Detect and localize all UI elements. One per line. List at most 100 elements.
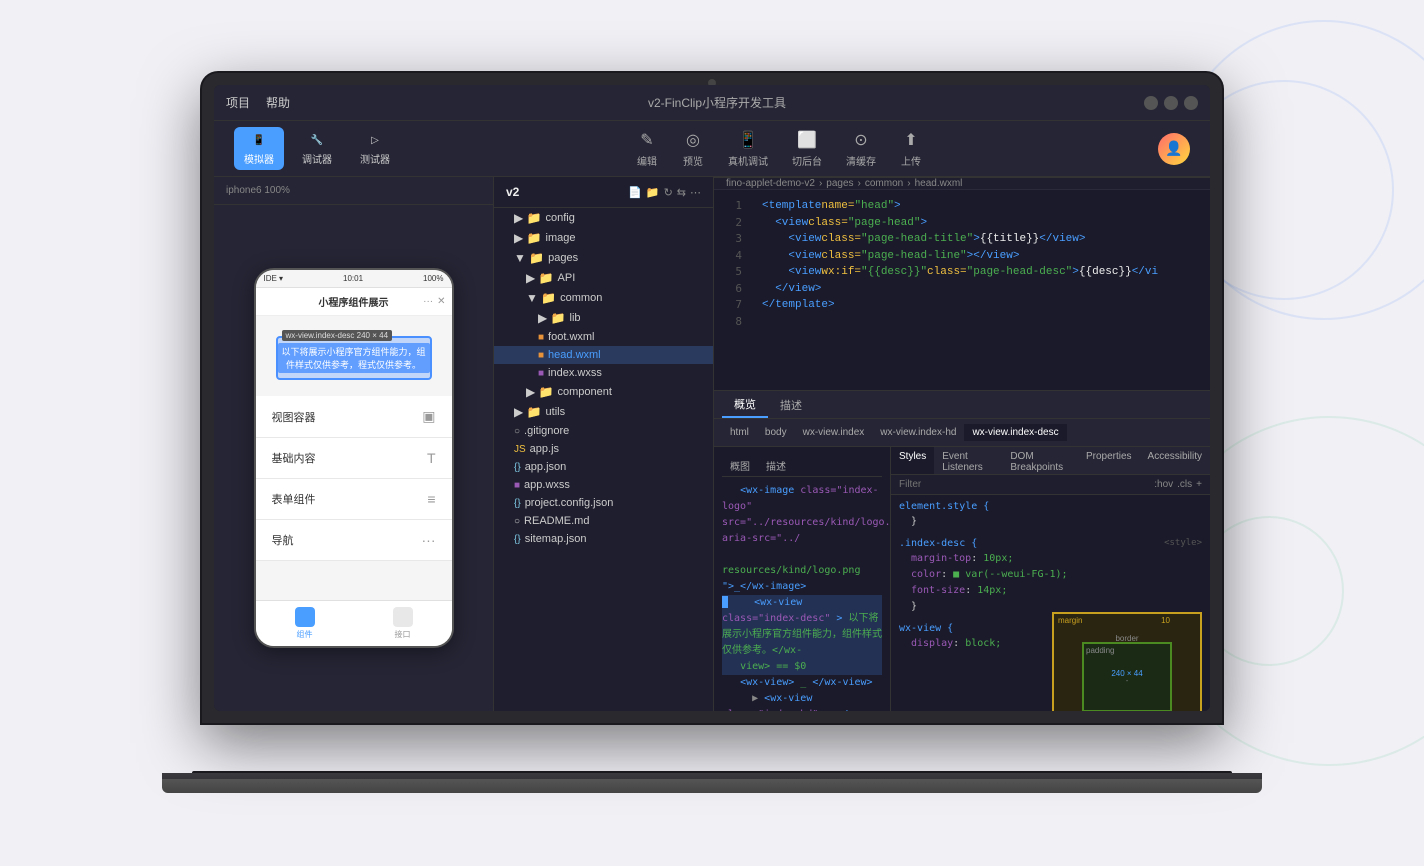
tree-item-gitignore[interactable]: ○ .gitignore [494,422,713,440]
phone-tab-component[interactable]: 组件 [295,607,315,640]
dom-line-4: view> == $0 [722,659,882,675]
toolbar-tab-debug[interactable]: 🔧 调试器 [292,127,342,170]
dom-el-body[interactable]: body [757,424,795,441]
new-file-icon[interactable]: 📄 [628,186,642,199]
folder-icon-open: ▼ 📁 [526,291,556,305]
preview-label: 预览 [683,153,703,168]
ide-container: 项目 帮助 v2-FinClip小程序开发工具 📱 [214,85,1210,711]
code-indent [762,215,775,232]
dom-text: view> == $0 [740,661,806,672]
tree-item-lib[interactable]: ▶ 📁 lib [494,308,713,328]
breadcrumb-sep-3: › [907,178,910,189]
menu-help[interactable]: 帮助 [266,94,290,111]
tree-item-index-wxss[interactable]: ■ index.wxss [494,364,713,382]
dom-el-wx-view[interactable]: wx-view.index [795,424,873,441]
dom-el-html[interactable]: html [722,424,757,441]
style-key: display [911,638,953,649]
box-margin-val: 10 [1161,616,1170,625]
styles-tab-event[interactable]: Event Listeners [934,447,1002,474]
tree-item-name: foot.wxml [548,331,594,343]
toolbar-action-upload[interactable]: ⬆ 上传 [900,129,922,168]
filter-cls[interactable]: .cls [1177,479,1192,490]
debug-tabs-bar: 概览 描述 [714,391,1210,419]
nav-more-icon[interactable]: ··· [423,296,433,307]
refresh-icon[interactable]: ↻ [664,186,673,199]
code-content[interactable]: <template name= "head" > <view class= [750,190,1210,390]
component-tab-label: 组件 [297,629,313,640]
sitemap-file-icon: {} [514,534,521,545]
dom-tree[interactable]: 概图 描述 <wx-image class="index-logo" src="… [714,447,890,711]
tree-item-common[interactable]: ▼ 📁 common [494,288,713,308]
styles-tab-accessibility[interactable]: Accessibility [1140,447,1210,474]
tree-item-app-js[interactable]: JS app.js [494,440,713,458]
collapse-icon[interactable]: ⇆ [677,186,686,199]
styles-tab-props[interactable]: Properties [1078,447,1140,474]
styles-tab-styles[interactable]: Styles [891,447,934,474]
styles-filter-input[interactable] [899,479,1146,490]
tree-item-sitemap[interactable]: {} sitemap.json [494,530,713,548]
tree-item-app-wxss[interactable]: ■ app.wxss [494,476,713,494]
toolbar-action-cut[interactable]: ⬜ 切后台 [792,129,822,168]
debug-tab-overview[interactable]: 概览 [722,392,768,418]
dom-nav-tab[interactable]: 概图 [722,455,758,476]
toolbar-action-device[interactable]: 📱 真机调试 [728,129,768,168]
dom-el-wx-view-hd[interactable]: wx-view.index-hd [872,424,964,441]
dom-desc-tab[interactable]: 描述 [758,455,794,476]
style-prop-2: color: ■ var(--weui-FG-1); [899,567,1202,583]
tree-item-name: index.wxss [548,367,602,379]
minimize-button[interactable] [1164,96,1178,110]
toolbar-action-preview[interactable]: ◎ 预览 [682,129,704,168]
styles-tab-dom[interactable]: DOM Breakpoints [1002,447,1078,474]
code-token: class= [821,231,861,248]
maximize-button[interactable] [1184,96,1198,110]
folder-icon: ▶ 📁 [538,311,566,325]
preview-label: iphone6 100% [226,185,290,196]
menu-item-nav[interactable]: 导航 ··· [256,520,452,561]
toolbar-action-clear[interactable]: ⊙ 清缓存 [846,129,876,168]
filter-hover[interactable]: :hov [1154,479,1173,490]
close-button[interactable] [1144,96,1158,110]
menu-bar: 项目 帮助 [226,94,290,111]
dom-indent [736,597,748,608]
style-key: font-size [911,585,965,596]
phone-tab-interface[interactable]: 接口 [393,607,413,640]
debug-tab-desc[interactable]: 描述 [768,393,814,417]
editor-panel: README.md project.config.json foot.wxml [714,177,1210,711]
upload-icon: ⬆ [900,129,922,151]
dom-el-wx-view-desc[interactable]: wx-view.index-desc [964,424,1066,441]
tree-item-project-config[interactable]: {} project.config.json [494,494,713,512]
user-avatar[interactable]: 👤 [1158,133,1190,165]
tree-item-head-wxml[interactable]: ■ head.wxml [494,346,713,364]
filter-add[interactable]: + [1196,479,1202,490]
tree-item-readme[interactable]: ○ README.md [494,512,713,530]
tree-item-config[interactable]: ▶ 📁 config [494,208,713,228]
code-token: class= [927,264,967,281]
toolbar-action-edit[interactable]: ✎ 编辑 [636,129,658,168]
phone-app-title: 小程序组件展示 [319,294,389,309]
menu-project[interactable]: 项目 [226,94,250,111]
nav-close-icon[interactable]: ✕ [437,296,445,307]
code-token: <view [788,231,821,248]
phone-signal: IDE ▾ [264,274,284,283]
simulate-label: 模拟器 [244,151,274,166]
tree-item-component[interactable]: ▶ 📁 component [494,382,713,402]
tree-item-name: head.wxml [548,349,601,361]
menu-item-basic[interactable]: 基础内容 T [256,438,452,479]
tree-item-pages[interactable]: ▼ 📁 pages [494,248,713,268]
tree-item-app-json[interactable]: {} app.json [494,458,713,476]
menu-item-icon-3: ≡ [427,491,435,507]
folder-icon-open: ▼ 📁 [514,251,544,265]
tree-item-api[interactable]: ▶ 📁 API [494,268,713,288]
menu-item-view-container[interactable]: 视图容器 ▣ [256,396,452,438]
tree-item-utils[interactable]: ▶ 📁 utils [494,402,713,422]
menu-item-form[interactable]: 表单组件 ≡ [256,479,452,520]
more-icon[interactable]: ⋯ [690,186,701,199]
new-folder-icon[interactable]: 📁 [646,186,660,199]
tree-item-image[interactable]: ▶ 📁 image [494,228,713,248]
tree-item-foot-wxml[interactable]: ■ foot.wxml [494,328,713,346]
code-token: </template> [762,297,835,314]
upload-label: 上传 [901,153,921,168]
toolbar-tab-test[interactable]: ▷ 测试器 [350,127,400,170]
toolbar-tab-simulate[interactable]: 📱 模拟器 [234,127,284,170]
menu-item-icon-2: T [427,450,436,466]
